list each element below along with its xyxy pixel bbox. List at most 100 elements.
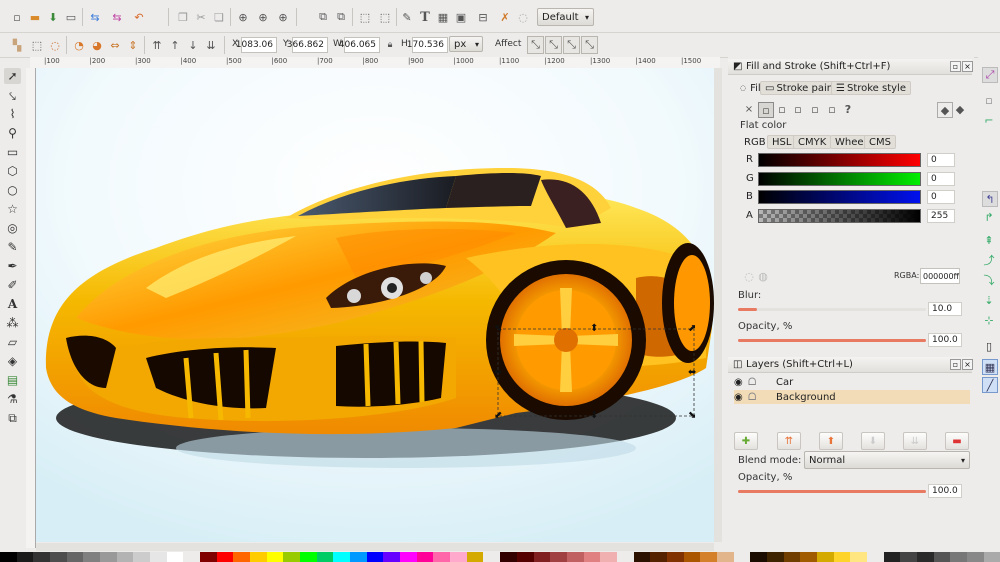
3d-box-tool-icon[interactable]: ⬡: [4, 163, 21, 179]
channel-g-value[interactable]: 0: [927, 172, 955, 186]
palette-swatch[interactable]: [33, 552, 51, 562]
star-tool-icon[interactable]: ☆: [4, 201, 21, 217]
palette-swatch[interactable]: [200, 552, 217, 562]
scale-handle-n[interactable]: ⬍: [590, 324, 598, 334]
open-icon[interactable]: ▬: [28, 10, 42, 24]
snap-page-icon[interactable]: ▯: [982, 339, 996, 353]
scale-handle-se[interactable]: ⬊: [688, 411, 696, 421]
palette-swatch[interactable]: [350, 552, 367, 562]
close-icon[interactable]: ×: [962, 359, 973, 370]
palette-swatch[interactable]: [366, 552, 384, 562]
snap-toggle-icon[interactable]: ⤢: [982, 67, 998, 83]
pattern-icon[interactable]: ▫: [808, 102, 822, 116]
layer-to-bottom-icon[interactable]: ⇊: [903, 432, 927, 450]
export-icon[interactable]: ⇆: [110, 10, 124, 24]
layer-opacity-slider[interactable]: [738, 490, 926, 493]
save-icon[interactable]: ⬇: [46, 10, 60, 24]
palette-swatch[interactable]: [50, 552, 67, 562]
layer-row-background[interactable]: ◉ ᗝ Background: [734, 390, 970, 404]
scale-handle-s[interactable]: ⬍: [590, 411, 598, 421]
gradient-tool-icon[interactable]: ▤: [4, 372, 21, 388]
connector-tool-icon[interactable]: ⧉: [4, 410, 21, 426]
close-icon[interactable]: ×: [962, 61, 973, 72]
blur-slider[interactable]: [738, 308, 926, 311]
palette-swatch[interactable]: [600, 552, 617, 562]
rotate-cw-icon[interactable]: ◕: [90, 38, 104, 52]
radial-gradient-icon[interactable]: ▫: [791, 102, 805, 116]
snap-midpoints-icon[interactable]: ⇣: [982, 293, 996, 307]
scale-handle-ne[interactable]: ⬈: [688, 324, 696, 334]
palette-swatch[interactable]: [183, 552, 201, 562]
snap-nodes-icon[interactable]: ↰: [982, 191, 998, 207]
add-layer-icon[interactable]: ✚: [734, 432, 758, 450]
palette-swatch[interactable]: [516, 552, 534, 562]
symbols-icon[interactable]: ⊟: [476, 10, 490, 24]
palette-swatch[interactable]: [300, 552, 317, 562]
move-gradients-icon[interactable]: ⤡: [563, 36, 580, 54]
palette-swatch[interactable]: [433, 552, 451, 562]
fill-rule-nonzero-icon[interactable]: ◆: [953, 102, 967, 116]
palette-swatch[interactable]: [100, 552, 117, 562]
snap-grid-icon[interactable]: ▦: [982, 359, 998, 375]
snap-bbox-icon[interactable]: ▫: [982, 93, 996, 107]
rectangle-tool-icon[interactable]: ▭: [4, 144, 21, 160]
undo-icon[interactable]: ↶: [132, 10, 146, 24]
palette-swatch[interactable]: [716, 552, 734, 562]
palette-swatch[interactable]: [733, 552, 751, 562]
zoom-page-icon[interactable]: ⊕: [276, 10, 290, 24]
palette-swatch[interactable]: [800, 552, 817, 562]
clone-icon[interactable]: ⧉: [334, 10, 348, 24]
palette-swatch[interactable]: [916, 552, 934, 562]
fill-stroke-title-bar[interactable]: ◩ Fill and Stroke (Shift+Ctrl+F) ▫ ×: [728, 59, 973, 75]
scale-corners-icon[interactable]: ⤡: [545, 36, 562, 54]
ellipse-tool-icon[interactable]: ○: [4, 182, 21, 198]
w-field[interactable]: 406.065: [339, 37, 380, 53]
paint-bucket-tool-icon[interactable]: ◈: [4, 353, 21, 369]
channel-r-value[interactable]: 0: [927, 153, 955, 167]
unit-combo[interactable]: px ▾: [449, 36, 483, 52]
align-icon[interactable]: ▣: [454, 10, 468, 24]
snap-bbox-edge-icon[interactable]: ⌐: [982, 113, 996, 127]
palette-swatch[interactable]: [750, 552, 767, 562]
dropper-tool-icon[interactable]: ⚗: [4, 391, 21, 407]
cut-icon[interactable]: ✂: [194, 10, 208, 24]
palette-swatch[interactable]: [216, 552, 234, 562]
drawing-canvas[interactable]: ⬉ ⬍ ⬈ ⬌ ⬌ ⬋ ⬍ ⬊: [36, 68, 714, 542]
scale-stroke-icon[interactable]: ⤡: [527, 36, 544, 54]
import-icon[interactable]: ⇆: [88, 10, 102, 24]
pen-tool-icon[interactable]: ✒: [4, 258, 21, 274]
vertical-scrollbar[interactable]: [714, 68, 722, 542]
new-document-icon[interactable]: ▫: [10, 10, 24, 24]
remove-layer-icon[interactable]: ▬: [945, 432, 969, 450]
raise-layer-icon[interactable]: ⬆: [819, 432, 843, 450]
iconify-icon[interactable]: ▫: [950, 61, 961, 72]
palette-swatch[interactable]: [700, 552, 717, 562]
preferences-icon[interactable]: ✗: [498, 10, 512, 24]
snap-cusp-icon[interactable]: ⤴: [982, 253, 996, 267]
palette-swatch[interactable]: [633, 552, 651, 562]
palette-swatch[interactable]: [583, 552, 601, 562]
print-icon[interactable]: ▭: [64, 10, 78, 24]
palette-swatch[interactable]: [500, 552, 517, 562]
tab-stroke-paint[interactable]: ▭ Stroke paint: [760, 81, 843, 95]
palette-swatch[interactable]: [483, 552, 501, 562]
lower-to-bottom-icon[interactable]: ⇊: [204, 38, 218, 52]
flip-horizontal-icon[interactable]: ⇔: [108, 38, 122, 52]
raise-icon[interactable]: ↑: [168, 38, 182, 52]
rgba-field[interactable]: 000000ff: [920, 268, 960, 284]
layers-icon[interactable]: ▦: [436, 10, 450, 24]
group-icon[interactable]: ⬚: [358, 10, 372, 24]
palette-swatch[interactable]: [816, 552, 834, 562]
palette-swatch[interactable]: [966, 552, 984, 562]
eye-icon[interactable]: ◉: [734, 377, 748, 388]
scale-handle-e[interactable]: ⬌: [688, 368, 696, 378]
zoom-drawing-icon[interactable]: ⊕: [256, 10, 270, 24]
palette-swatch[interactable]: [866, 552, 884, 562]
palette-swatch[interactable]: [933, 552, 951, 562]
spiral-tool-icon[interactable]: ◎: [4, 220, 21, 236]
color-picker-icon[interactable]: ◌: [742, 269, 756, 283]
copy-icon[interactable]: ❐: [176, 10, 190, 24]
tab-stroke-style[interactable]: ☰ Stroke style: [831, 81, 911, 95]
h-field[interactable]: 170.536: [407, 37, 448, 53]
fill-rule-evenodd-icon[interactable]: ◆: [937, 102, 953, 118]
